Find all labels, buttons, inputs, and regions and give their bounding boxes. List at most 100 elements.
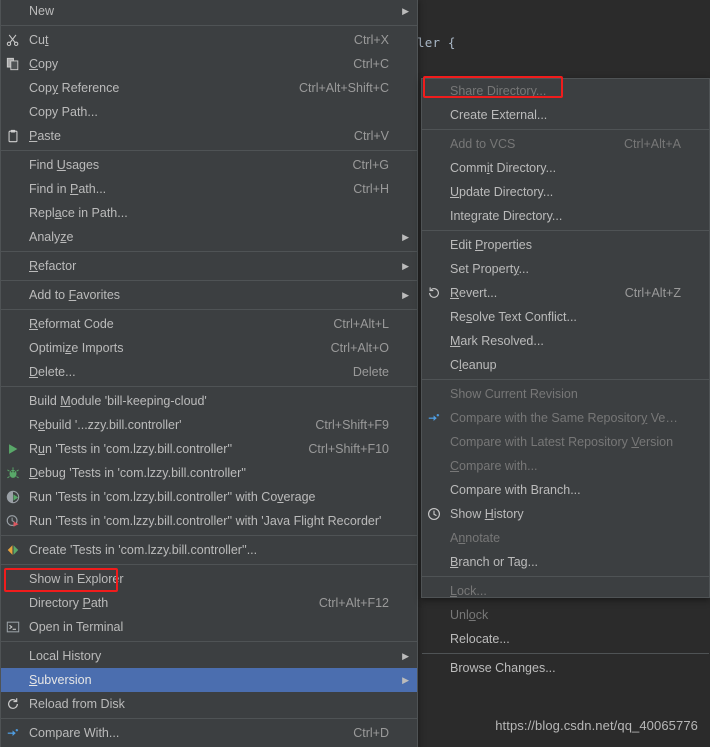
menu-item-commit-directory[interactable]: Commit Directory... bbox=[422, 156, 709, 180]
menu-item-create-tests-in-com-lzzy-bill-controller[interactable]: Create 'Tests in 'com.lzzy.bill.controll… bbox=[1, 538, 417, 562]
menu-item-icon-slot bbox=[422, 156, 446, 180]
menu-item-accelerator: Ctrl+Shift+F9 bbox=[315, 418, 389, 432]
menu-item-add-to-favorites[interactable]: Add to Favorites ▶ bbox=[1, 283, 417, 307]
menu-item-compare-with[interactable]: Compare With... Ctrl+D bbox=[1, 721, 417, 745]
menu-item-label: Lock... bbox=[450, 584, 487, 598]
menu-item-icon-slot bbox=[1, 76, 25, 100]
menu-item-relocate[interactable]: Relocate... bbox=[422, 627, 709, 651]
menu-item-cut[interactable]: Cut Ctrl+X bbox=[1, 28, 417, 52]
menu-item-build-module-bill-keeping-cloud[interactable]: Build Module 'bill-keeping-cloud' bbox=[1, 389, 417, 413]
run-icon bbox=[1, 437, 25, 461]
menu-item-label: Revert... bbox=[450, 286, 498, 300]
menu-item-label: Annotate bbox=[450, 531, 501, 545]
menu-item-run-tests-in-com-lzzy-bill-controller-wi[interactable]: Run 'Tests in 'com.lzzy.bill.controller'… bbox=[1, 509, 417, 533]
directory-context-menu[interactable]: New ▶ Cut Ctrl+X Copy Ctrl+C Copy Reference Ctr… bbox=[0, 0, 418, 747]
menu-separator bbox=[422, 653, 709, 654]
menu-item-copy-path[interactable]: Copy Path... bbox=[1, 100, 417, 124]
menu-item-rebuild-zzy-bill-controller[interactable]: Rebuild '...zzy.bill.controller' Ctrl+Shi… bbox=[1, 413, 417, 437]
menu-item-reformat-code[interactable]: Reformat Code Ctrl+Alt+L bbox=[1, 312, 417, 336]
clipboard-icon bbox=[1, 124, 25, 148]
menu-item-icon-slot bbox=[422, 329, 446, 353]
menu-item-icon-slot bbox=[422, 603, 446, 627]
menu-item-optimize-imports[interactable]: Optimize Imports Ctrl+Alt+O bbox=[1, 336, 417, 360]
menu-item-run-tests-in-com-lzzy-bill-controller-wi[interactable]: Run 'Tests in 'com.lzzy.bill.controller'… bbox=[1, 485, 417, 509]
menu-item-copy[interactable]: Copy Ctrl+C bbox=[1, 52, 417, 76]
copy-icon bbox=[1, 52, 25, 76]
menu-item-label: Subversion bbox=[29, 673, 92, 687]
menu-item-copy-reference[interactable]: Copy Reference Ctrl+Alt+Shift+C bbox=[1, 76, 417, 100]
menu-separator bbox=[422, 129, 709, 130]
menu-item-branch-or-tag[interactable]: Branch or Tag... bbox=[422, 550, 709, 574]
menu-item-reload-from-disk[interactable]: Reload from Disk bbox=[1, 692, 417, 716]
subversion-submenu[interactable]: Share Directory... Create External... Add … bbox=[421, 78, 710, 675]
menu-item-label: Local History bbox=[29, 649, 102, 663]
menu-item-label: Create 'Tests in 'com.lzzy.bill.controll… bbox=[29, 543, 258, 557]
menu-item-analyze[interactable]: Analyze ▶ bbox=[1, 225, 417, 249]
menu-item-debug-tests-in-com-lzzy-bill-controller[interactable]: Debug 'Tests in 'com.lzzy.bill.controlle… bbox=[1, 461, 417, 485]
menu-item-delete[interactable]: Delete... Delete bbox=[1, 360, 417, 384]
menu-item-label: Replace in Path... bbox=[29, 206, 128, 220]
menu-item-update-directory[interactable]: Update Directory... bbox=[422, 180, 709, 204]
chevron-right-icon: ▶ bbox=[402, 5, 409, 16]
menu-item-unlock: Unlock bbox=[422, 603, 709, 627]
menu-item-revert[interactable]: Revert... Ctrl+Alt+Z bbox=[422, 281, 709, 305]
menu-item-icon-slot bbox=[422, 382, 446, 406]
debug-icon bbox=[1, 461, 25, 485]
chevron-right-icon: ▶ bbox=[402, 674, 409, 685]
menu-item-show-current-revision: Show Current Revision bbox=[422, 382, 709, 406]
menu-item-show-in-explorer[interactable]: Show in Explorer bbox=[1, 567, 417, 591]
menu-item-browse-changes[interactable]: Browse Changes... bbox=[422, 656, 709, 680]
menu-item-set-property[interactable]: Set Property... bbox=[422, 257, 709, 281]
menu-item-label: Refactor bbox=[29, 259, 77, 273]
menu-separator bbox=[1, 535, 417, 536]
menu-item-add-to-vcs: Add to VCS Ctrl+Alt+A bbox=[422, 132, 709, 156]
menu-item-label: Reformat Code bbox=[29, 317, 114, 331]
chevron-right-icon: ▶ bbox=[402, 231, 409, 242]
menu-item-icon-slot bbox=[1, 177, 25, 201]
menu-item-accelerator: Ctrl+Alt+O bbox=[330, 341, 389, 355]
menu-item-local-history[interactable]: Local History ▶ bbox=[1, 644, 417, 668]
menu-item-subversion[interactable]: Subversion ▶ bbox=[1, 668, 417, 692]
menu-separator bbox=[1, 251, 417, 252]
menu-item-replace-in-path[interactable]: Replace in Path... bbox=[1, 201, 417, 225]
menu-item-label: Find in Path... bbox=[29, 182, 107, 196]
menu-item-label: Reload from Disk bbox=[29, 697, 125, 711]
menu-item-find-in-path[interactable]: Find in Path... Ctrl+H bbox=[1, 177, 417, 201]
menu-item-run-tests-in-com-lzzy-bill-controller[interactable]: Run 'Tests in 'com.lzzy.bill.controller'… bbox=[1, 437, 417, 461]
menu-item-icon-slot bbox=[1, 100, 25, 124]
menu-item-create-external[interactable]: Create External... bbox=[422, 103, 709, 127]
menu-item-compare-with-branch[interactable]: Compare with Branch... bbox=[422, 478, 709, 502]
menu-item-label: Copy Reference bbox=[29, 81, 120, 95]
menu-item-new[interactable]: New ▶ bbox=[1, 0, 417, 23]
menu-separator bbox=[1, 25, 417, 26]
menu-item-mark-resolved[interactable]: Mark Resolved... bbox=[422, 329, 709, 353]
menu-item-label: Commit Directory... bbox=[450, 161, 557, 175]
menu-item-integrate-directory[interactable]: Integrate Directory... bbox=[422, 204, 709, 228]
menu-item-label: Run 'Tests in 'com.lzzy.bill.controller'… bbox=[29, 442, 233, 456]
menu-item-icon-slot bbox=[422, 454, 446, 478]
menu-item-resolve-text-conflict[interactable]: Resolve Text Conflict... bbox=[422, 305, 709, 329]
menu-item-icon-slot bbox=[422, 656, 446, 680]
menu-item-icon-slot bbox=[422, 180, 446, 204]
scissors-icon bbox=[1, 28, 25, 52]
menu-item-label: Open in Terminal bbox=[29, 620, 124, 634]
menu-item-label: Unlock bbox=[450, 608, 489, 622]
menu-item-icon-slot bbox=[1, 0, 25, 23]
menu-item-open-in-terminal[interactable]: Open in Terminal bbox=[1, 615, 417, 639]
menu-item-label: Analyze bbox=[29, 230, 74, 244]
coverage-icon bbox=[1, 485, 25, 509]
menu-item-directory-path[interactable]: Directory Path Ctrl+Alt+F12 bbox=[1, 591, 417, 615]
menu-item-cleanup[interactable]: Cleanup bbox=[422, 353, 709, 377]
menu-item-label: Run 'Tests in 'com.lzzy.bill.controller'… bbox=[29, 490, 316, 504]
menu-item-icon-slot bbox=[422, 579, 446, 603]
menu-item-edit-properties[interactable]: Edit Properties bbox=[422, 233, 709, 257]
menu-item-icon-slot bbox=[1, 254, 25, 278]
menu-item-find-usages[interactable]: Find Usages Ctrl+G bbox=[1, 153, 417, 177]
menu-item-show-history[interactable]: Show History bbox=[422, 502, 709, 526]
history-icon bbox=[422, 502, 446, 526]
reload-icon bbox=[1, 692, 25, 716]
menu-item-refactor[interactable]: Refactor ▶ bbox=[1, 254, 417, 278]
menu-item-paste[interactable]: Paste Ctrl+V bbox=[1, 124, 417, 148]
menu-item-accelerator: Ctrl+X bbox=[353, 33, 389, 47]
menu-item-compare-with-the-same-repository-version: Compare with the Same Repository Version bbox=[422, 406, 709, 430]
